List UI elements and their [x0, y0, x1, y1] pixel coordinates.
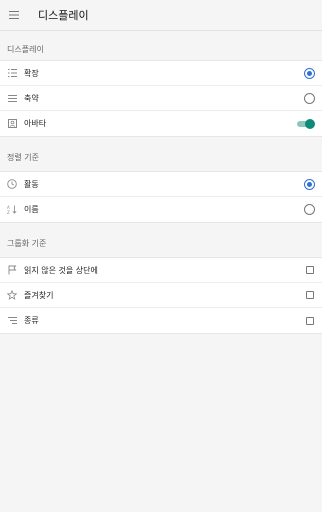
radio-name[interactable] — [304, 204, 315, 215]
display-options-list: 확장 축약 아바타 — [0, 60, 322, 137]
svg-text:Z: Z — [7, 210, 10, 214]
option-compact[interactable]: 축약 — [0, 86, 322, 111]
category-icon — [7, 316, 17, 326]
sort-options-list: 활동 AZ 이름 — [0, 171, 322, 223]
clock-icon — [7, 179, 17, 189]
checkbox-favorites[interactable] — [306, 291, 314, 299]
option-label: 읽지 않은 것을 상단에 — [24, 265, 98, 275]
option-label: 축약 — [24, 93, 39, 103]
option-label: 확장 — [24, 68, 39, 78]
option-unread-top[interactable]: 읽지 않은 것을 상단에 — [0, 258, 322, 283]
page-title: 디스플레이 — [38, 9, 89, 22]
star-icon — [7, 290, 17, 300]
option-label: 활동 — [24, 179, 39, 189]
avatar-icon — [7, 119, 17, 129]
option-label: 이름 — [24, 205, 39, 214]
section-header-group: 그룹화 기준 — [7, 239, 47, 248]
section-header-sort: 정렬 기준 — [7, 153, 39, 162]
option-name[interactable]: AZ 이름 — [0, 197, 322, 222]
option-type[interactable]: 종류 — [0, 308, 322, 333]
option-avatar[interactable]: 아바타 — [0, 111, 322, 136]
option-label: 종류 — [24, 316, 39, 325]
list-expanded-icon — [7, 68, 17, 78]
radio-expanded[interactable] — [304, 67, 315, 79]
checkbox-type[interactable] — [306, 316, 314, 325]
section-header-display: 디스플레이 — [7, 45, 44, 54]
menu-icon[interactable] — [7, 9, 21, 21]
flag-icon — [7, 265, 17, 275]
radio-compact[interactable] — [304, 92, 315, 104]
toggle-thumb — [305, 118, 315, 129]
option-label: 즐겨찾기 — [24, 290, 54, 300]
avatar-toggle[interactable] — [297, 118, 315, 129]
option-label: 아바타 — [24, 119, 47, 128]
list-compact-icon — [7, 93, 17, 103]
group-options-list: 읽지 않은 것을 상단에 즐겨찾기 종류 — [0, 257, 322, 334]
app-bar: 디스플레이 — [0, 0, 322, 31]
checkbox-unread-top[interactable] — [306, 266, 314, 274]
option-activity[interactable]: 활동 — [0, 172, 322, 197]
sort-alpha-icon: AZ — [7, 205, 17, 215]
option-expanded[interactable]: 확장 — [0, 61, 322, 86]
option-favorites[interactable]: 즐겨찾기 — [0, 283, 322, 308]
radio-activity[interactable] — [304, 178, 315, 190]
